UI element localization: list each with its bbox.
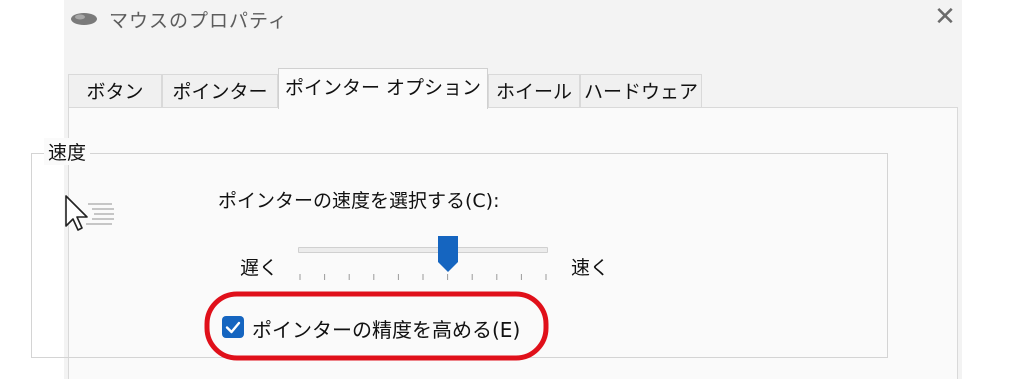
tab-buttons[interactable]: ボタン xyxy=(68,74,162,108)
speed-group-label: 速度 xyxy=(44,138,91,165)
close-button[interactable]: ✕ xyxy=(928,2,962,32)
window-title: マウスのプロパティ xyxy=(109,10,288,32)
title-bar: マウスのプロパティ ✕ xyxy=(64,0,962,38)
tab-strip: ボタン ポインター ポインター オプション ホイール ハードウェア xyxy=(68,68,958,109)
pointer-speed-label: ポインターの速度を選択する(C): xyxy=(218,190,500,212)
highlight-ring xyxy=(204,291,549,361)
mouse-icon xyxy=(71,13,97,25)
tab-pointers[interactable]: ポインター xyxy=(162,74,278,108)
pointer-speed-slider-thumb[interactable] xyxy=(437,235,459,273)
fast-label: 速く xyxy=(571,257,610,279)
tab-hardware[interactable]: ハードウェア xyxy=(580,74,702,108)
slider-ticks xyxy=(299,274,547,280)
close-icon: ✕ xyxy=(934,2,956,32)
pointer-speed-slider-track[interactable] xyxy=(298,247,548,253)
fast-pointer-icon xyxy=(65,195,114,231)
slow-label: 遅く xyxy=(240,257,279,279)
tab-pointer-options[interactable]: ポインター オプション xyxy=(278,68,488,109)
tab-wheel[interactable]: ホイール xyxy=(488,74,580,108)
